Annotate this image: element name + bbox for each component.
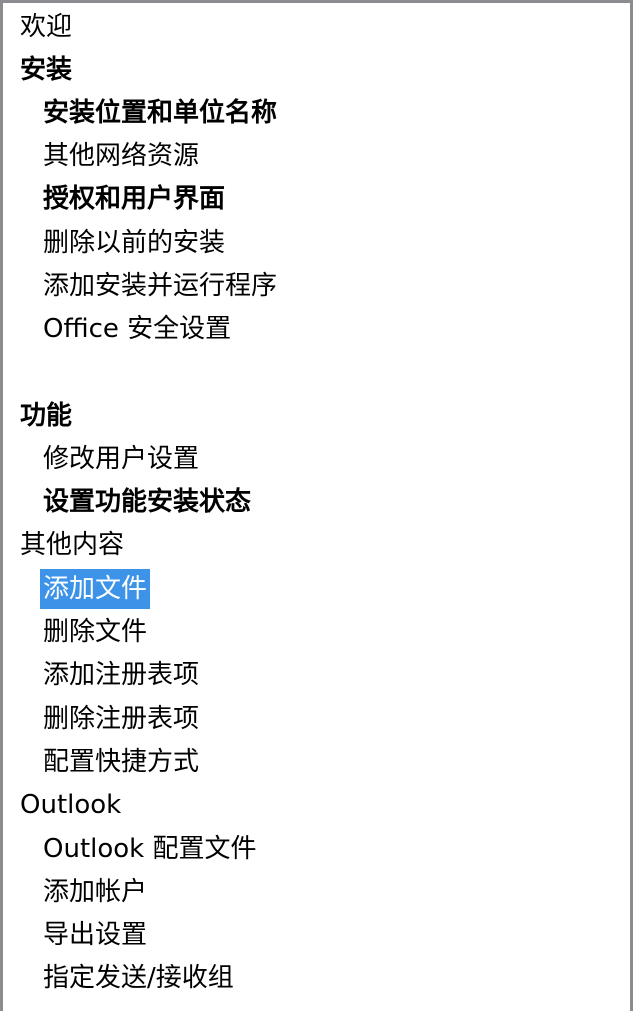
tree-item-welcome[interactable]: 欢迎 (17, 7, 75, 47)
tree-item-export-settings[interactable]: 导出设置 (40, 915, 150, 955)
tree-item-label: 安装位置和单位名称 (43, 98, 278, 128)
tree-item-send-receive-groups[interactable]: 指定发送/接收组 (40, 958, 237, 998)
tree-item-label: 其他内容 (20, 530, 125, 560)
tree-item-network-sources[interactable]: 其他网络资源 (40, 136, 202, 176)
tree-item-remove-registry[interactable]: 删除注册表项 (40, 699, 202, 739)
tree-item-label: 删除注册表项 (43, 704, 200, 734)
tree-item-licensing-ui[interactable]: 授权和用户界面 (40, 179, 228, 219)
tree-item-label: 配置快捷方式 (43, 747, 200, 777)
tree-item-features[interactable]: 功能 (17, 396, 75, 436)
tree-item-label: 设置功能安装状态 (43, 487, 252, 517)
tree-item-feature-install-states[interactable]: 设置功能安装状态 (40, 482, 254, 522)
tree-item-label: 指定发送/接收组 (43, 963, 234, 993)
tree-item-add-registry[interactable]: 添加注册表项 (40, 655, 202, 695)
tree-item-outlook[interactable]: Outlook (17, 785, 124, 825)
tree-item-label: 其他网络资源 (43, 141, 200, 171)
tree-item-label: 功能 (20, 401, 73, 431)
tree-item-modify-user-settings[interactable]: 修改用户设置 (40, 439, 202, 479)
tree-item-label: 添加帐户 (43, 877, 148, 907)
tree-item-label: 添加安装并运行程序 (43, 271, 278, 301)
tree-item-label: 删除文件 (43, 617, 148, 647)
tree-item-label: 添加注册表项 (43, 660, 200, 690)
tree-item-label: Outlook 配置文件 (43, 834, 257, 864)
tree-item-label: Outlook (20, 790, 122, 820)
tree-item-configure-shortcuts[interactable]: 配置快捷方式 (40, 742, 202, 782)
tree-item-add-installations[interactable]: 添加安装并运行程序 (40, 266, 280, 306)
tree-item-label (17, 352, 23, 392)
navigation-tree-panel: 欢迎 安装 安装位置和单位名称 其他网络资源 授权和用户界面 删除以前的安装 添… (0, 0, 633, 1011)
tree-item-label: 欢迎 (20, 12, 73, 42)
tree-item-blank (17, 352, 23, 392)
tree-item-label: 授权和用户界面 (43, 184, 226, 214)
tree-item-label: 修改用户设置 (43, 444, 200, 474)
tree-item-install-location[interactable]: 安装位置和单位名称 (40, 93, 280, 133)
tree-item-setup[interactable]: 安装 (17, 50, 75, 90)
tree-item-label: 删除以前的安装 (43, 228, 226, 258)
tree-item-office-security[interactable]: Office 安全设置 (40, 309, 234, 349)
tree-item-additional-content[interactable]: 其他内容 (17, 525, 127, 565)
tree-item-outlook-profile[interactable]: Outlook 配置文件 (40, 829, 260, 869)
tree-item-label: 安装 (20, 55, 73, 85)
tree-item-remove-files[interactable]: 删除文件 (40, 612, 150, 652)
tree-item-add-accounts[interactable]: 添加帐户 (40, 872, 150, 912)
tree-item-label: 添加文件 (40, 569, 151, 609)
tree-item-label: Office 安全设置 (43, 314, 232, 344)
tree-item-add-files[interactable]: 添加文件 (40, 569, 151, 609)
tree-item-label: 导出设置 (43, 920, 148, 950)
tree-item-remove-previous[interactable]: 删除以前的安装 (40, 223, 228, 263)
